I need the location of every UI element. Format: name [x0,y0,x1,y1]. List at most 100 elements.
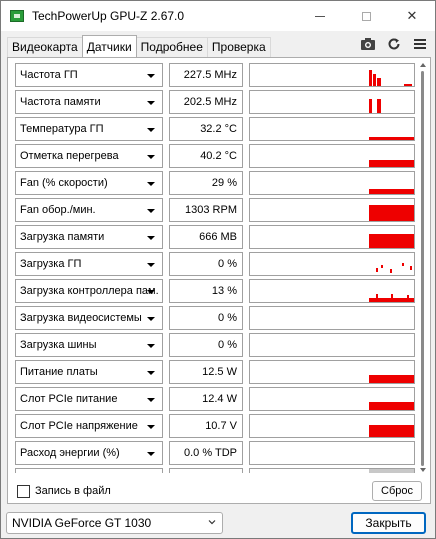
sensor-row: Fan (% скорости) 29 % [15,171,417,195]
sensor-label-dropdown[interactable]: Загрузка шины [15,333,163,357]
sensor-label-dropdown[interactable]: Fan обор./мин. [15,198,163,222]
maximize-button[interactable] [343,1,389,31]
sensor-label-dropdown[interactable]: Загрузка ГП [15,252,163,276]
sensor-label-dropdown[interactable]: Fan (% скорости) [15,171,163,195]
sensor-graph [249,198,415,222]
graph-bar [376,268,378,272]
scroll-thumb[interactable] [421,71,424,466]
sensor-label: Расход энергии (%) [20,447,120,459]
sensor-graph-plot [369,425,414,437]
graph-bar [369,234,414,248]
scroll-up-icon[interactable] [420,63,426,67]
tab-bar: Видеокарта Датчики Подробнее Проверка [7,35,271,57]
graph-bar [369,70,372,86]
sensor-graph [249,90,415,114]
graph-bar [369,189,414,194]
sensor-label: Питание платы [20,366,98,378]
sensor-label-dropdown[interactable]: Частота ГП [15,63,163,87]
sensor-row: Температура ГП 32.2 °C [15,117,417,141]
graph-bar [402,263,404,266]
tab-graphics-card[interactable]: Видеокарта [7,37,83,57]
tab-advanced[interactable]: Подробнее [135,37,208,57]
sensor-value: 0 % [169,252,243,276]
graph-bar [369,160,414,167]
menu-icon[interactable] [412,37,428,51]
gpuz-window: TechPowerUp GPU-Z 2.67.0 ✕ Видеокарта Да… [0,0,436,539]
sensor-label-dropdown[interactable]: Расход энергии (%) [15,441,163,465]
window-title: TechPowerUp GPU-Z 2.67.0 [32,9,185,23]
sensor-label-dropdown[interactable]: Температура ГП [15,117,163,141]
dropdown-arrow-icon [147,209,155,213]
sensor-graph [249,171,415,195]
reset-button[interactable]: Сброс [372,481,422,501]
sensor-label-dropdown[interactable]: Загрузка видеосистемы [15,306,163,330]
graph-bar [390,269,392,273]
sensor-row: Слот PCIe питание 12.4 W [15,387,417,411]
sensor-graph-plot [250,307,414,329]
sensor-graph [249,306,415,330]
sensor-row: Частота памяти 202.5 MHz [15,90,417,114]
sensor-label-dropdown[interactable]: Загрузка контроллера пам. [15,279,163,303]
close-button[interactable]: Закрыть [351,512,426,534]
sensor-label-dropdown[interactable]: Отметка перегрева [15,144,163,168]
graph-bar [391,294,393,298]
graph-bar [377,78,381,86]
sensor-value: 0.0 % TDP [169,441,243,465]
close-window-button[interactable]: ✕ [389,1,435,31]
minimize-icon [315,15,325,17]
sensor-graph-plot [369,137,414,140]
sensor-value: 1303 RPM [169,198,243,222]
sensor-graph [249,117,415,141]
sensor-row: Расход энергии (%) 0.0 % TDP [15,441,417,465]
tab-validation[interactable]: Проверка [206,37,271,57]
sensor-graph-plot [369,99,381,113]
sensor-value: 227.5 MHz [169,63,243,87]
sensor-graph [249,333,415,357]
refresh-icon[interactable] [386,37,402,51]
sensor-value: 12.4 W [169,387,243,411]
sensor-row: Загрузка ГП 0 % [15,252,417,276]
gpu-select-value: NVIDIA GeForce GT 1030 [12,516,152,530]
tab-sensors[interactable]: Датчики [81,35,137,57]
sensor-graph-plot [369,294,414,302]
dropdown-arrow-icon [147,371,155,375]
minimize-button[interactable] [297,1,343,31]
graph-bar [410,266,412,270]
graph-bar [369,137,414,140]
sensor-label-dropdown[interactable]: Загрузка памяти [15,225,163,249]
log-to-file-checkbox[interactable] [17,485,30,498]
sensor-label-dropdown[interactable]: Слот PCIe питание [15,387,163,411]
sensor-label-dropdown[interactable]: Питание платы [15,360,163,384]
gpu-select[interactable]: NVIDIA GeForce GT 1030 [6,512,223,534]
sensor-label: Загрузка памяти [20,231,105,243]
sensor-label: Загрузка видеосистемы [20,312,142,324]
sensor-graph [249,144,415,168]
scrollbar[interactable] [419,63,427,473]
sensor-row: Питание платы 12.5 W [15,360,417,384]
sensor-graph-plot [369,205,414,221]
sensor-label: Частота ГП [20,69,78,81]
log-to-file-label: Запись в файл [35,485,111,497]
sensor-label-dropdown[interactable]: Частота памяти [15,90,163,114]
camera-icon[interactable] [360,37,376,51]
sensor-label-dropdown[interactable] [15,468,163,473]
sensor-label-dropdown[interactable]: Слот PCIe напряжение [15,414,163,438]
title-bar: TechPowerUp GPU-Z 2.67.0 ✕ [1,1,435,31]
dropdown-arrow-icon [147,452,155,456]
sensor-value [169,468,243,473]
sensor-graph-plot [369,375,414,383]
sensor-graph-plot [369,160,414,167]
sensor-list: Частота ГП 227.5 MHz Частота памяти 202.5 M… [15,63,417,473]
sensor-label: Слот PCIe напряжение [20,420,138,432]
graph-bar [369,469,414,473]
graph-bar [407,295,409,298]
close-icon: ✕ [406,8,418,23]
chevron-down-icon [208,520,216,525]
sensor-value: 0 % [169,306,243,330]
dropdown-arrow-icon [147,101,155,105]
sensor-value: 10.7 V [169,414,243,438]
sensor-graph-plot [369,469,414,473]
sensor-row: Загрузка шины 0 % [15,333,417,357]
graph-bar [369,298,414,302]
scroll-down-icon[interactable] [420,468,426,472]
